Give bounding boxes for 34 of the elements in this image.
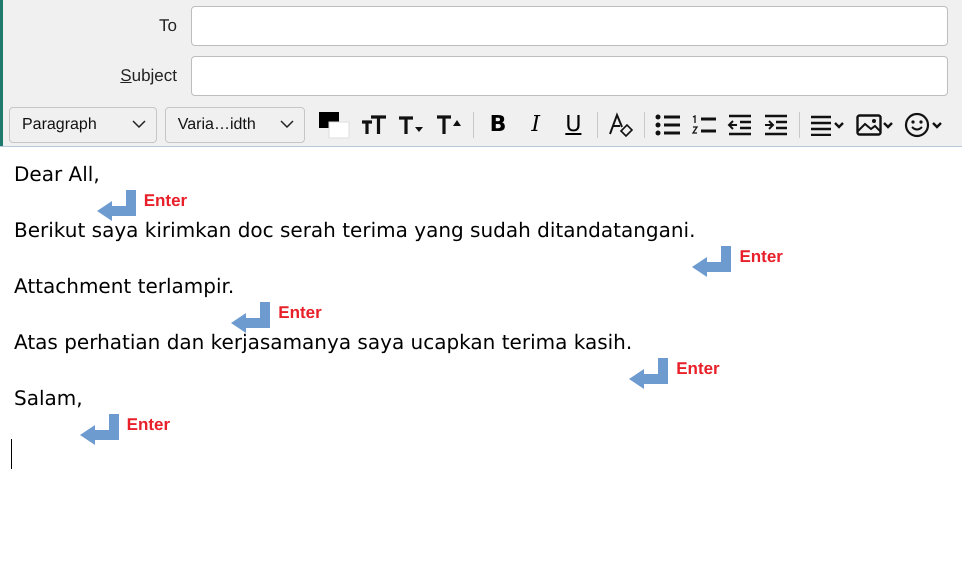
enter-annotation: Enter	[739, 247, 783, 267]
font-size-icon	[361, 112, 388, 136]
image-icon	[856, 112, 894, 136]
field-label: To	[158, 15, 178, 38]
underline-button[interactable]: U	[556, 106, 592, 142]
return-arrow-icon	[96, 189, 138, 221]
return-arrow-icon	[230, 301, 272, 333]
outdent-icon	[727, 114, 754, 136]
chevron-icon	[280, 120, 294, 129]
return-arrow-icon	[78, 413, 121, 445]
enter-annotation: Enter	[126, 415, 170, 435]
bold-button[interactable]: B	[480, 106, 516, 142]
font-dropdown[interactable]: Varia…idth	[164, 106, 306, 142]
italic-button[interactable]: I	[518, 106, 554, 142]
input-field[interactable]	[191, 6, 948, 46]
paragraph-format-dropdown[interactable]: Paragraph	[9, 106, 157, 142]
numbered-list-icon	[691, 114, 718, 136]
return-arrow-icon	[628, 357, 670, 389]
background-color-swatch	[328, 121, 350, 138]
text-cursor	[11, 439, 12, 469]
chevron-icon	[132, 120, 146, 129]
message-body[interactable]: Dear All, Enter Berikut saya kirimkan doc serah terima yang sudah ditandatangani. Enter Attachment terlampir. Enter Atas perhatian dan kerjasamanya saya ucapkan terima kasih. Enter Salam, Enter	[0, 146, 962, 564]
indent-icon	[763, 114, 790, 136]
input-field[interactable]	[191, 56, 948, 96]
eraser-icon	[608, 112, 634, 138]
increase-font-icon	[435, 112, 464, 136]
return-arrow-icon	[691, 245, 734, 277]
bullet-list-icon	[655, 114, 682, 136]
align-icon	[810, 114, 846, 136]
smiley-icon	[904, 112, 944, 138]
enter-annotation: Enter	[278, 303, 322, 323]
enter-annotation: Enter	[144, 191, 188, 211]
field-label: Subject	[119, 65, 178, 88]
enter-annotation: Enter	[676, 359, 720, 379]
